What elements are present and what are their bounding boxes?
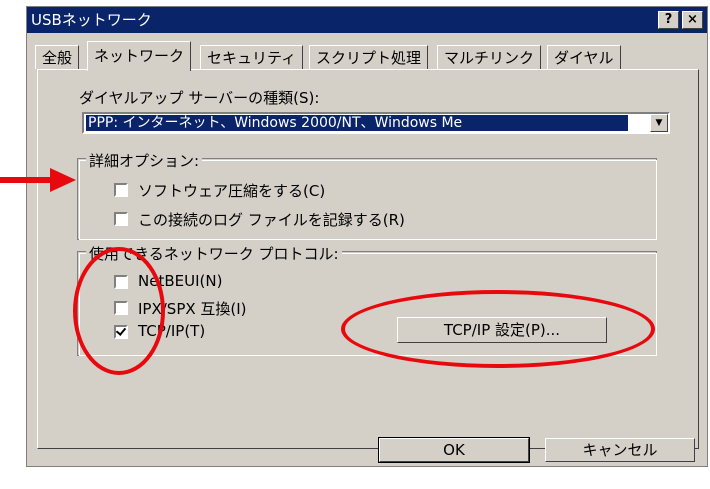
server-type-select[interactable]: PPP: インターネット、Windows 2000/NT、Windows Me … [82,112,670,134]
title-bar: USBネットワーク ? × [27,7,707,33]
dialog-window: USBネットワーク ? × 全般 ネットワーク セキュリティ スクリプト処理 マ… [26,6,708,467]
annotation-arrow-icon [50,168,76,192]
help-button[interactable]: ? [658,11,679,29]
tcpip-label[interactable]: TCP/IP(T) [138,322,205,340]
server-type-value: PPP: インターネット、Windows 2000/NT、Windows Me [86,115,628,131]
protocols-title: 使用できるネットワーク プロトコル: [86,243,342,264]
annotation-arrow-line [0,177,52,183]
tcpip-settings-button[interactable]: TCP/IP 設定(P)... [397,317,607,343]
window-title: USBネットワーク [31,11,152,29]
tab-dial[interactable]: ダイヤル [547,45,621,69]
chevron-down-icon[interactable]: ▼ [650,114,668,132]
ok-button[interactable]: OK [378,437,530,463]
tcpip-checkbox[interactable] [114,325,128,339]
connection-log-checkbox[interactable] [114,212,128,226]
netbeui-checkbox[interactable] [114,275,128,289]
tab-multilink[interactable]: マルチリンク [437,45,542,69]
ipx-spx-label[interactable]: IPX/SPX 互換(I) [138,298,247,319]
cancel-button[interactable]: キャンセル [545,438,695,462]
tab-general[interactable]: 全般 [35,45,80,69]
software-compression-label[interactable]: ソフトウェア圧縮をする(C) [138,180,325,201]
software-compression-checkbox[interactable] [114,183,128,197]
tab-network[interactable]: ネットワーク [87,41,192,71]
server-type-label: ダイヤルアップ サーバーの種類(S): [79,89,320,107]
ipx-spx-checkbox[interactable] [114,301,128,315]
netbeui-label[interactable]: NetBEUI(N) [138,272,222,290]
advanced-options-title: 詳細オプション: [86,150,203,171]
tab-security[interactable]: セキュリティ [200,45,304,69]
tab-scripting[interactable]: スクリプト処理 [309,45,429,69]
connection-log-label[interactable]: この接続のログ ファイルを記録する(R) [138,209,405,230]
close-button[interactable]: × [682,11,703,29]
